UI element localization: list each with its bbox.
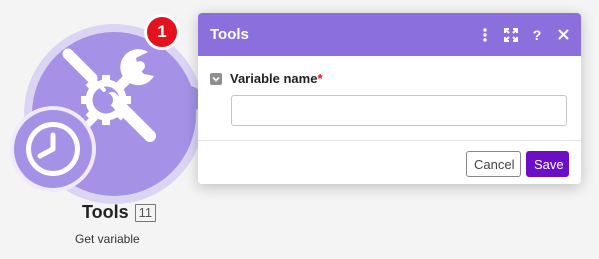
module-title-row: Tools 11 — [82, 202, 157, 223]
notification-badge: 1 — [144, 14, 180, 50]
save-button[interactable]: Save — [526, 151, 569, 177]
close-icon[interactable] — [555, 27, 571, 43]
module-settings-panel: Tools ? Variable name* Cancel Save — [198, 13, 581, 184]
module-title: Tools — [82, 202, 129, 222]
required-indicator: * — [317, 71, 323, 86]
variable-name-field-header: Variable name* — [210, 70, 569, 88]
variable-name-input[interactable] — [231, 95, 567, 126]
chevron-down-icon[interactable] — [210, 73, 222, 85]
schedule-badge[interactable] — [14, 110, 92, 188]
panel-header-actions: ? — [477, 27, 571, 43]
clock-icon — [26, 122, 80, 176]
module-id-badge: 11 — [134, 203, 157, 222]
cancel-button[interactable]: Cancel — [466, 151, 521, 177]
panel-header: Tools ? — [198, 13, 581, 56]
expand-icon[interactable] — [503, 27, 519, 43]
help-icon[interactable]: ? — [529, 27, 545, 43]
panel-footer: Cancel Save — [198, 141, 581, 177]
module-subtitle: Get variable — [75, 232, 140, 246]
variable-name-label: Variable name — [230, 71, 318, 86]
more-vertical-icon[interactable] — [477, 27, 493, 43]
panel-title: Tools — [210, 26, 249, 43]
panel-body: Variable name* — [198, 56, 581, 141]
